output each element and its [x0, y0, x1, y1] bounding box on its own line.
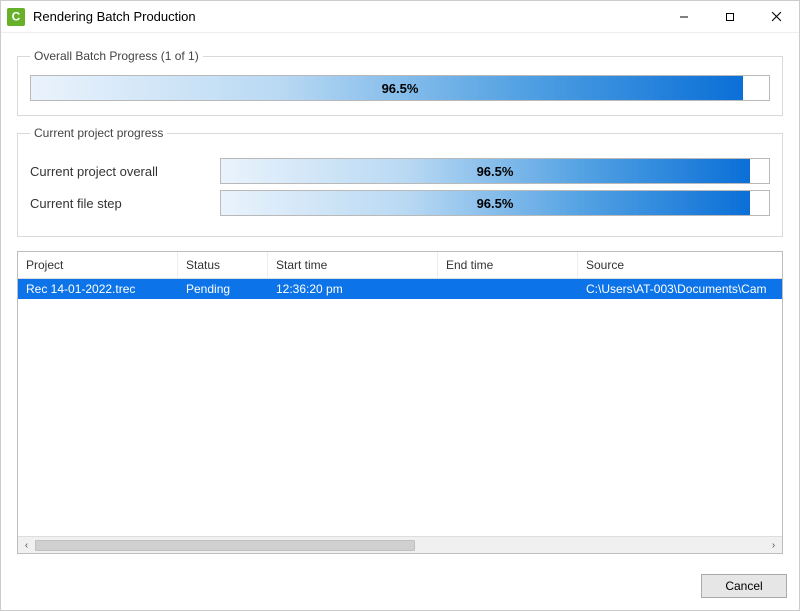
- scroll-left-icon[interactable]: ‹: [18, 537, 35, 554]
- titlebar: Rendering Batch Production: [1, 1, 799, 33]
- th-source[interactable]: Source: [578, 252, 782, 278]
- close-button[interactable]: [753, 1, 799, 32]
- overall-progress-bar: 96.5%: [30, 75, 770, 101]
- current-file-progress-bar: 96.5%: [220, 190, 770, 216]
- horizontal-scrollbar[interactable]: ‹ ›: [18, 536, 782, 553]
- close-icon: [771, 11, 782, 22]
- current-overall-label: Current project overall: [30, 164, 220, 179]
- dialog-window: Rendering Batch Production Overall Batch…: [0, 0, 800, 611]
- minimize-button[interactable]: [661, 1, 707, 32]
- dialog-body: Overall Batch Progress (1 of 1) 96.5% Cu…: [1, 33, 799, 566]
- table-row[interactable]: Rec 14-01-2022.trec Pending 12:36:20 pm …: [18, 279, 782, 299]
- window-title: Rendering Batch Production: [33, 9, 196, 24]
- scroll-thumb[interactable]: [35, 540, 415, 551]
- project-table: Project Status Start time End time Sourc…: [17, 251, 783, 554]
- current-overall-row: Current project overall 96.5%: [30, 158, 770, 184]
- dialog-footer: Cancel: [1, 566, 799, 610]
- th-end[interactable]: End time: [438, 252, 578, 278]
- app-icon: [7, 8, 25, 26]
- overall-progress-label: 96.5%: [31, 76, 769, 100]
- minimize-icon: [679, 12, 689, 22]
- scroll-track[interactable]: [35, 537, 765, 553]
- cancel-button[interactable]: Cancel: [701, 574, 787, 598]
- overall-progress-group: Overall Batch Progress (1 of 1) 96.5%: [17, 49, 783, 116]
- overall-progress-legend: Overall Batch Progress (1 of 1): [30, 49, 203, 63]
- current-progress-group: Current project progress Current project…: [17, 126, 783, 237]
- td-source: C:\Users\AT-003\Documents\Cam: [578, 280, 782, 298]
- current-file-row: Current file step 96.5%: [30, 190, 770, 216]
- td-status: Pending: [178, 280, 268, 298]
- maximize-icon: [725, 12, 735, 22]
- td-project: Rec 14-01-2022.trec: [18, 280, 178, 298]
- th-project[interactable]: Project: [18, 252, 178, 278]
- scroll-right-icon[interactable]: ›: [765, 537, 782, 554]
- current-overall-progress-bar: 96.5%: [220, 158, 770, 184]
- th-start[interactable]: Start time: [268, 252, 438, 278]
- current-progress-legend: Current project progress: [30, 126, 167, 140]
- maximize-button[interactable]: [707, 1, 753, 32]
- table-body: Rec 14-01-2022.trec Pending 12:36:20 pm …: [18, 279, 782, 536]
- td-end: [438, 287, 578, 291]
- td-start: 12:36:20 pm: [268, 280, 438, 298]
- current-file-progress-label: 96.5%: [221, 191, 769, 215]
- current-file-label: Current file step: [30, 196, 220, 211]
- table-header: Project Status Start time End time Sourc…: [18, 252, 782, 279]
- th-status[interactable]: Status: [178, 252, 268, 278]
- current-overall-progress-label: 96.5%: [221, 159, 769, 183]
- window-controls: [661, 1, 799, 32]
